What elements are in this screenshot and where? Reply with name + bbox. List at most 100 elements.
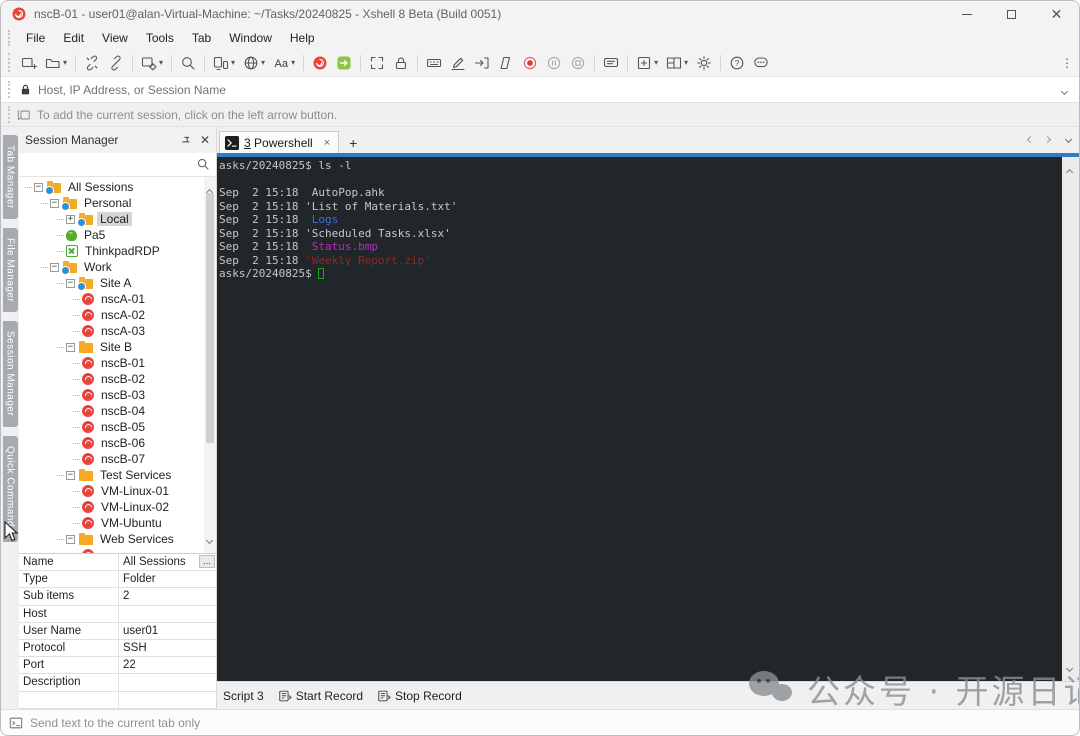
tree-item-all-sessions[interactable]: − All Sessions: [19, 179, 216, 195]
menu-file[interactable]: File: [17, 29, 54, 47]
tree-item-nscb-04[interactable]: nscB-04: [19, 403, 216, 419]
chevron-down-icon[interactable]: ▾: [63, 58, 67, 67]
disconnect-button[interactable]: [81, 52, 103, 74]
settings-button[interactable]: [693, 52, 715, 74]
web-button[interactable]: ▾: [240, 52, 268, 74]
tree-item-nsca-01[interactable]: nscA-01: [19, 291, 216, 307]
tab-close-icon[interactable]: ×: [324, 137, 330, 149]
transfer-button[interactable]: ▾: [210, 52, 238, 74]
close-button[interactable]: ✕: [1034, 1, 1079, 27]
tab-list-icon[interactable]: [1064, 129, 1073, 147]
help-button[interactable]: ?: [726, 52, 748, 74]
scroll-down-icon[interactable]: [1065, 658, 1074, 676]
open-session-button[interactable]: ▾: [42, 52, 70, 74]
property-row-sub-items[interactable]: Sub items 2: [19, 588, 216, 606]
tree-item-nscb-01[interactable]: nscB-01: [19, 355, 216, 371]
maximize-button[interactable]: [989, 1, 1034, 27]
compose-button[interactable]: [447, 52, 469, 74]
tree-scrollbar[interactable]: [204, 177, 216, 553]
tile-button[interactable]: ▾: [663, 52, 691, 74]
session-properties-button[interactable]: ▾: [138, 52, 166, 74]
chevron-down-icon[interactable]: ▾: [291, 58, 295, 67]
tree-item-work[interactable]: − Work: [19, 259, 216, 275]
terminal-screen[interactable]: asks/20240825$ ls -l Sep 2 15:18 AutoPop…: [217, 157, 1062, 681]
script-button[interactable]: [495, 52, 517, 74]
tab-scroll-right-icon[interactable]: [1043, 129, 1052, 147]
property-row-empty[interactable]: [19, 691, 216, 709]
tree-item-pa5[interactable]: Pa5: [19, 227, 216, 243]
more-button[interactable]: ...: [199, 555, 215, 568]
send-button[interactable]: [471, 52, 493, 74]
find-button[interactable]: [177, 52, 199, 74]
new-session-button[interactable]: [18, 52, 40, 74]
start-record-button[interactable]: Start Record: [278, 689, 363, 703]
side-tab-tab-manager[interactable]: Tab Manager: [2, 135, 18, 219]
minimize-button[interactable]: [944, 1, 989, 27]
new-tab-button[interactable]: ▾: [633, 52, 661, 74]
side-tab-file-manager[interactable]: File Manager: [2, 227, 18, 313]
tree-item-nsca-03[interactable]: nscA-03: [19, 323, 216, 339]
reconnect-button[interactable]: [105, 52, 127, 74]
chevron-down-icon[interactable]: ▾: [261, 58, 265, 67]
tree-item-personal[interactable]: − Personal: [19, 195, 216, 211]
collapse-icon[interactable]: −: [66, 470, 75, 480]
toolbar-grip[interactable]: [8, 30, 11, 46]
tree-item-nscb-03[interactable]: nscB-03: [19, 387, 216, 403]
stop-record-button[interactable]: [567, 52, 589, 74]
collapse-icon[interactable]: −: [50, 198, 59, 208]
collapse-icon[interactable]: −: [66, 534, 75, 544]
menu-window[interactable]: Window: [220, 29, 281, 47]
menu-tools[interactable]: Tools: [137, 29, 183, 47]
tree-item-test-services[interactable]: − Test Services: [19, 467, 216, 483]
terminal-scrollbar[interactable]: [1062, 157, 1079, 681]
side-tab-session-manager[interactable]: Session Manager: [2, 321, 18, 427]
tree-item-vm-ubuntu[interactable]: VM-Ubuntu: [19, 515, 216, 531]
property-row-name[interactable]: Name All Sessions...: [19, 554, 216, 572]
toolbar-grip[interactable]: [8, 106, 11, 123]
tree-item-local[interactable]: + Local: [19, 211, 216, 227]
tree-item-site-a[interactable]: − Site A: [19, 275, 216, 291]
expand-icon[interactable]: +: [66, 214, 75, 224]
toolbar-overflow-icon[interactable]: ⋮: [1061, 56, 1073, 70]
terminal-tab[interactable]: 3 Powershell ×: [219, 131, 340, 153]
tree-item-vm-linux-02[interactable]: VM-Linux-02: [19, 499, 216, 515]
property-row-description[interactable]: Description: [19, 674, 216, 692]
feedback-button[interactable]: [750, 52, 772, 74]
keyboard-button[interactable]: [423, 52, 445, 74]
property-row-user-name[interactable]: User Name user01: [19, 622, 216, 640]
fullscreen-button[interactable]: [366, 52, 388, 74]
property-row-protocol[interactable]: Protocol SSH: [19, 639, 216, 658]
chevron-down-icon[interactable]: ▾: [654, 58, 658, 67]
tree-item-nscb-06[interactable]: nscB-06: [19, 435, 216, 451]
session-search-box[interactable]: [19, 153, 216, 177]
property-row-host[interactable]: Host: [19, 605, 216, 623]
tree-item-nsca-02[interactable]: nscA-02: [19, 307, 216, 323]
font-button[interactable]: Aa ▾: [270, 52, 298, 74]
address-input[interactable]: [38, 82, 1050, 97]
property-row-port[interactable]: Port 22: [19, 657, 216, 675]
chevron-down-icon[interactable]: ▾: [684, 58, 688, 67]
collapse-icon[interactable]: −: [34, 182, 43, 192]
property-row-type[interactable]: Type Folder: [19, 571, 216, 589]
tab-scroll-left-icon[interactable]: [1026, 129, 1035, 147]
stop-record-button[interactable]: Stop Record: [377, 689, 462, 703]
menu-edit[interactable]: Edit: [54, 29, 93, 47]
scrollbar-thumb[interactable]: [206, 193, 214, 443]
tree-item-partial[interactable]: [19, 547, 216, 553]
chevron-down-icon[interactable]: ▾: [231, 58, 235, 67]
lock-button[interactable]: [390, 52, 412, 74]
chevron-down-icon[interactable]: ▾: [159, 58, 163, 67]
new-tab-button[interactable]: +: [339, 135, 367, 153]
collapse-icon[interactable]: −: [66, 278, 75, 288]
tree-item-site-b[interactable]: − Site B: [19, 339, 216, 355]
address-dropdown-icon[interactable]: [1060, 81, 1069, 99]
toolbar-grip[interactable]: [8, 80, 11, 99]
panel-close-icon[interactable]: ✕: [200, 134, 210, 146]
tree-item-nscb-07[interactable]: nscB-07: [19, 451, 216, 467]
tree-item-vm-linux-01[interactable]: VM-Linux-01: [19, 483, 216, 499]
menu-tab[interactable]: Tab: [183, 29, 220, 47]
title-bar[interactable]: nscB-01 - user01@alan-Virtual-Machine: ~…: [1, 1, 1079, 27]
collapse-icon[interactable]: −: [66, 342, 75, 352]
tree-item-nscb-02[interactable]: nscB-02: [19, 371, 216, 387]
menu-view[interactable]: View: [93, 29, 137, 47]
